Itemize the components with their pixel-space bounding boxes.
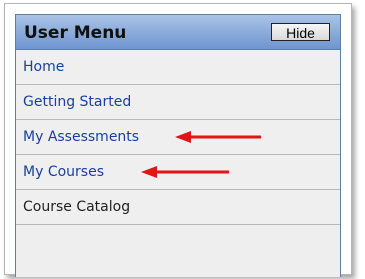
hide-button[interactable]: Hide bbox=[271, 23, 330, 41]
red-left-arrow-icon bbox=[141, 166, 229, 178]
menu-item-my-courses[interactable]: My Courses bbox=[16, 155, 340, 190]
red-left-arrow-icon bbox=[175, 131, 261, 143]
menu-item-label: Home bbox=[23, 59, 65, 75]
menu-item-course-catalog[interactable]: Course Catalog bbox=[16, 190, 340, 225]
menu-item-label: My Courses bbox=[23, 164, 104, 180]
user-menu-title: User Menu bbox=[24, 23, 127, 43]
menu-item-getting-started[interactable]: Getting Started bbox=[16, 85, 340, 120]
menu-item-home[interactable]: Home bbox=[16, 50, 340, 85]
user-menu-panel: User Menu Hide Home Getting Started My A… bbox=[15, 14, 341, 277]
menu-item-label: Getting Started bbox=[23, 94, 132, 110]
screenshot-frame: User Menu Hide Home Getting Started My A… bbox=[4, 3, 352, 277]
menu-item-label: Course Catalog bbox=[23, 199, 131, 215]
menu-item-label: My Assessments bbox=[23, 129, 140, 145]
user-menu-header: User Menu Hide bbox=[16, 15, 340, 50]
menu-item-my-assessments[interactable]: My Assessments bbox=[16, 120, 340, 155]
